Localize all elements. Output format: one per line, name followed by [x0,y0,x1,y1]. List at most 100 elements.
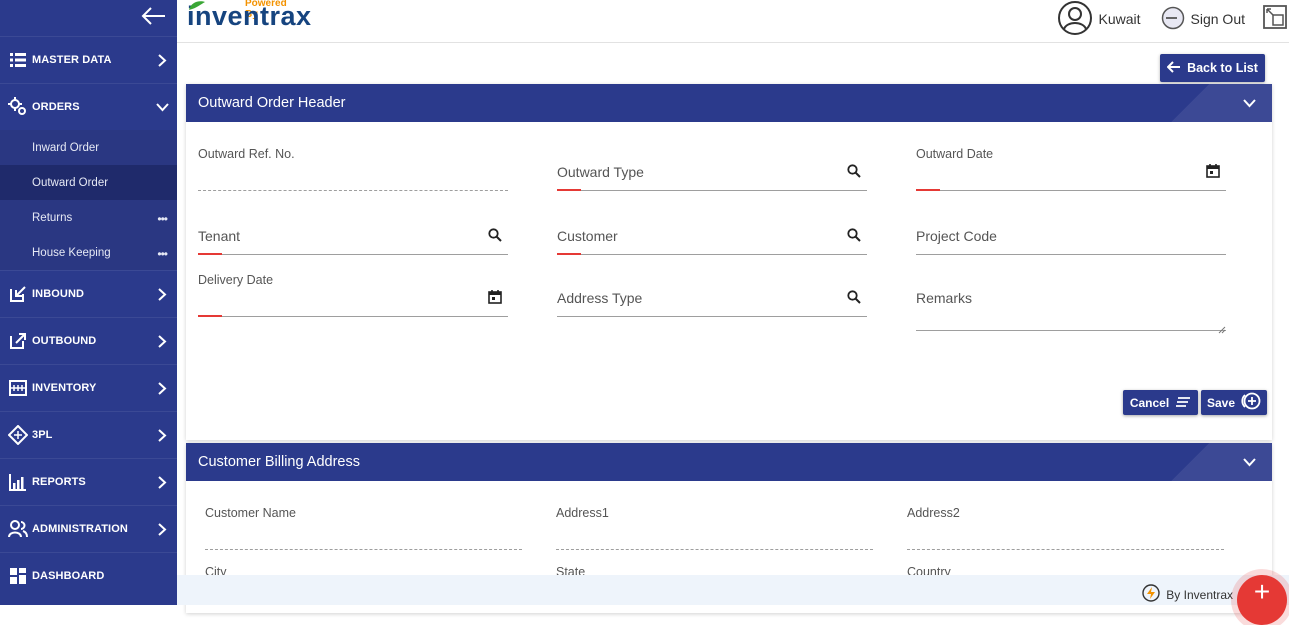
reports-icon [4,473,32,491]
save-label: Save [1207,396,1235,410]
field-underline [205,549,522,550]
field-underline [907,549,1224,550]
main-content: Back to List Outward Order Header Outwar… [177,43,1289,605]
resize-handle-icon[interactable] [1218,321,1226,339]
calendar-icon[interactable] [1206,164,1220,183]
search-icon[interactable] [847,164,861,183]
leaf-icon [187,0,207,12]
sidebar-item-label: MASTER DATA [32,54,147,66]
sidebar-subitem-house-keeping[interactable]: House Keeping••• [0,235,177,270]
address-type-field[interactable]: Address Type [557,271,867,319]
address1-field[interactable]: Address1 [556,504,873,552]
outward-type-field[interactable]: Outward Type [557,145,867,193]
back-to-list-label: Back to List [1187,61,1258,75]
required-indicator [557,253,581,255]
fullscreen-icon[interactable] [1263,5,1287,34]
sign-out-label: Sign Out [1191,11,1245,27]
sign-out-button[interactable]: Sign Out [1161,6,1245,33]
panel-title: Customer Billing Address [198,454,360,470]
tenant-field[interactable]: Tenant [198,209,508,257]
chevron-down-icon[interactable] [1243,96,1256,112]
field-label: Address1 [556,506,609,520]
customer-name-field[interactable]: Customer Name [205,504,522,552]
required-indicator [557,189,581,191]
back-arrow-icon[interactable] [141,6,167,31]
sidebar-subitem-label: Returns [32,212,72,224]
field-underline [556,549,873,550]
sidebar-item-outbound[interactable]: OUTBOUND [0,317,177,364]
required-indicator [916,189,940,191]
more-icon[interactable]: ••• [157,247,167,261]
search-icon[interactable] [488,228,502,247]
sidebar-item-inbound[interactable]: INBOUND [0,270,177,317]
outward-order-header-panel: Outward Order Header Outward Ref. No. Ou… [186,84,1272,440]
top-right-actions: Kuwait Sign Out [1058,3,1289,35]
add-circle-icon [1241,392,1261,413]
project-code-field[interactable]: Project Code [916,209,1226,257]
field-label: Remarks [916,290,972,306]
sidebar-item-label: REPORTS [32,476,147,488]
sidebar-subitem-outward-order[interactable]: Outward Order [0,165,177,200]
sidebar-subitem-label: Inward Order [32,142,99,154]
field-underline [198,254,508,255]
chevron-right-icon [147,54,177,67]
chevron-down-icon[interactable] [1243,455,1256,471]
field-label: Customer Name [205,506,296,520]
sidebar-item-orders[interactable]: ORDERS [0,83,177,130]
chevron-right-icon [147,476,177,489]
sidebar-top [0,0,177,36]
plus-icon: + [1254,578,1270,606]
sidebar-item-label: 3PL [32,429,147,441]
user-menu[interactable]: Kuwait [1058,1,1140,38]
calendar-icon[interactable] [488,290,502,309]
sidebar-item-label: ADMINISTRATION [32,523,147,535]
footer-credit[interactable]: By Inventrax [1142,584,1233,605]
delivery-date-field[interactable]: Delivery Date [198,271,508,319]
sidebar-item-label: DASHBOARD [32,570,177,582]
field-underline [198,316,508,317]
add-fab-button[interactable]: + [1237,575,1287,625]
outward-ref-no-field[interactable]: Outward Ref. No. [198,145,508,193]
gears-icon [4,97,32,117]
chevron-down-icon [147,103,177,112]
sidebar-item-master-data[interactable]: MASTER DATA [0,36,177,83]
required-indicator [198,315,222,317]
list-icon [4,53,32,67]
outward-date-field[interactable]: Outward Date [916,145,1226,193]
search-icon[interactable] [847,228,861,247]
field-label: Address Type [557,290,642,306]
search-icon[interactable] [847,290,861,309]
sidebar-item-label: INBOUND [32,288,147,300]
cancel-button[interactable]: Cancel [1123,390,1198,415]
panel-header[interactable]: Customer Billing Address [186,443,1272,481]
chevron-right-icon [147,335,177,348]
remarks-field[interactable]: Remarks [916,271,1226,331]
diamond-icon [4,425,32,445]
sidebar-item-reports[interactable]: REPORTS [0,458,177,505]
sidebar-item-dashboard[interactable]: DASHBOARD [0,552,177,599]
customer-field[interactable]: Customer [557,209,867,257]
address2-field[interactable]: Address2 [907,504,1224,552]
field-underline [557,190,867,191]
sidebar-subitem-returns[interactable]: Returns ••• [0,200,177,235]
sidebar-subitem-inward-order[interactable]: Inward Order [0,130,177,165]
sidebar-subitem-label: Outward Order [32,177,108,189]
sidebar-item-inventory[interactable]: INVENTORY [0,364,177,411]
more-icon[interactable]: ••• [157,212,167,226]
field-label: Project Code [916,228,997,244]
field-label: Address2 [907,506,960,520]
required-indicator [198,253,222,255]
save-button[interactable]: Save [1201,390,1267,415]
chevron-right-icon [147,523,177,536]
sidebar-item-administration[interactable]: ADMINISTRATION [0,505,177,552]
chevron-right-icon [147,288,177,301]
users-icon [4,520,32,538]
field-underline [198,190,508,191]
panel-header[interactable]: Outward Order Header [186,84,1272,122]
clear-lines-icon [1175,396,1191,410]
back-to-list-button[interactable]: Back to List [1160,54,1265,82]
field-label: Customer [557,228,618,244]
field-label: Outward Date [916,147,993,161]
sidebar-item-3pl[interactable]: 3PL [0,411,177,458]
arrow-left-icon [1167,61,1181,76]
